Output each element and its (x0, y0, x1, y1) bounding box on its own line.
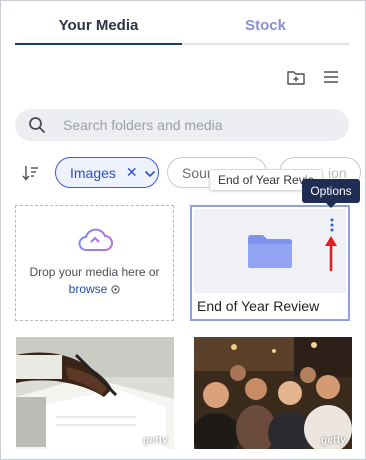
filter-chip-images[interactable]: Images ✕ (55, 157, 159, 188)
options-button[interactable] (326, 215, 338, 235)
folder-card[interactable]: End of Year Review (190, 205, 350, 321)
hamburger-menu-icon (324, 71, 338, 83)
options-tooltip: Options (302, 179, 360, 208)
search-icon (27, 115, 47, 135)
signing-document-image (16, 337, 174, 449)
search-input[interactable] (63, 117, 323, 133)
menu-button[interactable] (319, 65, 343, 89)
red-arrow-annotation (325, 236, 337, 271)
folder-plus-icon (287, 71, 305, 85)
folder-icon (248, 235, 292, 268)
getty-watermark: getty (143, 435, 168, 446)
media-thumbnail-party[interactable]: getty (194, 337, 352, 449)
filter-chip-source-label: Sour (182, 164, 212, 181)
sort-button[interactable] (21, 163, 41, 183)
sort-icon (22, 166, 38, 181)
cloud-upload-icon (78, 228, 113, 251)
search-bar (15, 109, 349, 141)
filter-chip-images-label: Images (70, 164, 116, 181)
tab-your-media[interactable]: Your Media (15, 9, 182, 45)
media-thumbnail-signing[interactable]: getty (16, 337, 174, 449)
browse-label: browse (68, 282, 108, 296)
browse-info-icon (111, 284, 120, 294)
tab-stock[interactable]: Stock (182, 9, 349, 45)
upload-dropzone[interactable]: Drop your media here or browse (15, 205, 174, 321)
kebab-menu-icon (330, 218, 334, 232)
new-folder-button[interactable] (284, 65, 308, 89)
party-crowd-image (194, 337, 352, 449)
tab-bar: Your Media Stock (15, 9, 349, 45)
chevron-down-icon[interactable] (144, 165, 156, 181)
browse-link[interactable]: browse (69, 282, 121, 296)
dropzone-text: Drop your media here or (29, 265, 160, 279)
media-panel: Your Media Stock Search folders and medi… (0, 0, 366, 460)
clear-filter-icon[interactable]: ✕ (126, 164, 138, 181)
getty-watermark: getty (321, 435, 346, 446)
folder-name: End of Year Review (197, 298, 320, 314)
